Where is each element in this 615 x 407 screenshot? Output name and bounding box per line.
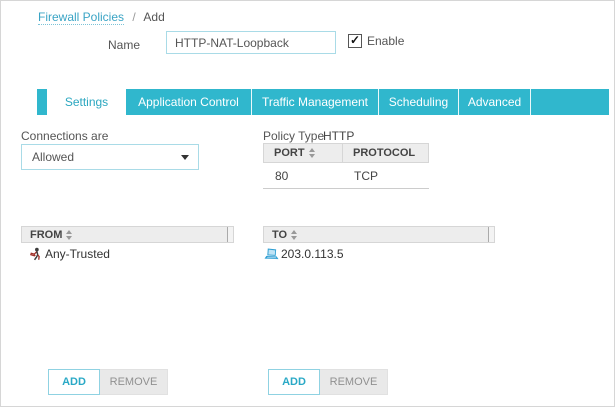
policy-name-input[interactable]: [166, 31, 336, 54]
from-button-group: ADD REMOVE: [48, 369, 168, 395]
tab-advanced-label: Advanced: [467, 95, 522, 109]
protocol-cell: TCP: [354, 168, 378, 183]
enable-checkbox[interactable]: [348, 34, 362, 48]
scrollbar-track[interactable]: [488, 227, 494, 242]
from-item-label: Any-Trusted: [45, 247, 110, 261]
connections-dropdown[interactable]: Allowed: [21, 144, 199, 170]
chevron-down-icon: [181, 155, 189, 160]
tab-scheduling[interactable]: Scheduling: [379, 89, 459, 115]
enable-label: Enable: [367, 34, 405, 48]
from-header-label: FROM: [30, 228, 63, 241]
breadcrumb-separator: /: [132, 10, 136, 24]
firewall-policy-add-page: Firewall Policies / Add Name Enable Sett…: [0, 0, 615, 407]
connections-dropdown-value: Allowed: [32, 150, 75, 164]
tab-bar: Settings Application Control Traffic Man…: [37, 89, 609, 115]
protocol-header-label: PROTOCOL: [353, 147, 416, 159]
scrollbar-track[interactable]: [227, 227, 233, 242]
tab-advanced[interactable]: Advanced: [459, 89, 531, 115]
table-row[interactable]: 80 TCP: [263, 163, 429, 189]
policy-port-table-header: PORT PROTOCOL: [263, 143, 429, 163]
breadcrumb-link-firewall-policies[interactable]: Firewall Policies: [38, 10, 125, 25]
to-add-button[interactable]: ADD: [268, 369, 320, 395]
host-icon: [264, 247, 279, 261]
to-header-label: TO: [272, 228, 288, 241]
enable-checkbox-group: Enable: [348, 34, 404, 48]
port-header-label: PORT: [274, 147, 305, 159]
policy-type-label: Policy Type: [263, 129, 325, 143]
tab-settings-label: Settings: [64, 95, 109, 109]
tab-settings[interactable]: Settings: [48, 89, 126, 115]
from-remove-button[interactable]: REMOVE: [100, 369, 168, 395]
to-button-group: ADD REMOVE: [268, 369, 388, 395]
to-item-label: 203.0.113.5: [281, 247, 344, 261]
to-list-item[interactable]: 203.0.113.5: [264, 247, 344, 261]
tab-bar-filler: [531, 89, 609, 115]
tab-application-control-label: Application Control: [138, 95, 239, 109]
from-add-button[interactable]: ADD: [48, 369, 100, 395]
tab-traffic-management-label: Traffic Management: [261, 95, 369, 109]
to-table-header: TO: [263, 226, 495, 243]
protocol-column-header: PROTOCOL: [343, 147, 415, 159]
from-list-item[interactable]: Any-Trusted: [28, 247, 110, 261]
tab-scheduling-label: Scheduling: [388, 95, 449, 109]
alias-icon: [28, 247, 43, 261]
connections-are-label: Connections are: [21, 129, 109, 143]
to-remove-button[interactable]: REMOVE: [320, 369, 388, 395]
name-label: Name: [108, 38, 141, 52]
sort-icon[interactable]: [66, 229, 73, 240]
port-cell: 80: [275, 168, 289, 183]
sort-icon[interactable]: [291, 229, 298, 240]
tab-application-control[interactable]: Application Control: [126, 89, 252, 115]
policy-type-value: HTTP: [323, 129, 355, 143]
port-column-header[interactable]: PORT: [264, 144, 343, 162]
breadcrumb: Firewall Policies / Add: [38, 10, 165, 25]
policy-port-table: PORT PROTOCOL 80 TCP: [263, 143, 429, 189]
from-table-header: FROM: [21, 226, 234, 243]
breadcrumb-current-add: Add: [143, 10, 165, 24]
sort-icon[interactable]: [308, 148, 315, 158]
tab-traffic-management[interactable]: Traffic Management: [252, 89, 379, 115]
tab-bar-lead: [37, 89, 48, 115]
